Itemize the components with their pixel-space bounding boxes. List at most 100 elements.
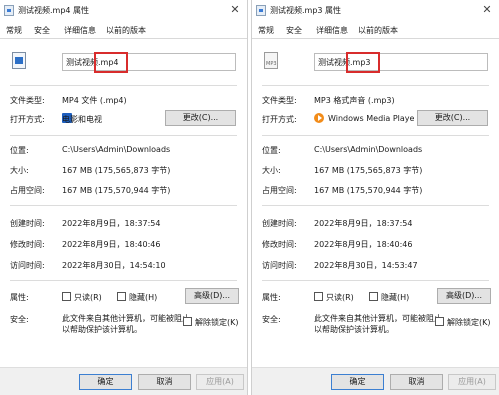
file-type-value: MP3 格式声音 (.mp3)	[314, 96, 395, 105]
readonly-checkbox[interactable]	[314, 292, 323, 301]
disk-size-value: 167 MB (175,570,944 字节)	[314, 186, 423, 195]
tab-bar: 常规 安全 详细信息 以前的版本	[0, 23, 247, 39]
video-file-icon	[12, 52, 26, 69]
tab-general[interactable]: 常规	[6, 25, 22, 36]
security-label: 安全:	[262, 315, 281, 324]
location-label: 位置:	[10, 146, 29, 155]
tab-security[interactable]: 安全	[34, 25, 50, 36]
audio-file-icon: MP3	[264, 52, 278, 69]
apply-button[interactable]: 应用(A)	[448, 374, 496, 390]
cancel-button[interactable]: 取消	[138, 374, 191, 390]
ok-button[interactable]: 确定	[331, 374, 384, 390]
file-properties-icon	[256, 5, 266, 16]
security-label: 安全:	[10, 315, 29, 324]
properties-dialog-mp4: 测试视频.mp4 属性 ✕ 常规 安全 详细信息 以前的版本 测试视频.mp4 …	[0, 0, 248, 395]
unblock-label: 解除锁定(K)	[447, 318, 491, 327]
cancel-button[interactable]: 取消	[390, 374, 443, 390]
modified-label: 修改时间:	[262, 240, 297, 249]
divider	[10, 135, 237, 136]
filename-field[interactable]: 测试视频.mp4	[62, 52, 236, 73]
extension-highlight-box	[346, 52, 380, 73]
open-with-value: 电影和电视	[62, 115, 102, 124]
windows-media-player-icon	[314, 113, 324, 123]
audio-file-icon-text: MP3	[266, 61, 277, 67]
apply-button[interactable]: 应用(A)	[196, 374, 244, 390]
tab-security[interactable]: 安全	[286, 25, 302, 36]
ok-button[interactable]: 确定	[79, 374, 132, 390]
hidden-checkbox[interactable]	[117, 292, 126, 301]
advanced-button[interactable]: 高级(D)...	[185, 288, 239, 304]
properties-dialog-mp3: 测试视频.mp3 属性 ✕ 常规 安全 详细信息 以前的版本 MP3 测试视频.…	[251, 0, 499, 395]
tab-details[interactable]: 详细信息	[316, 25, 348, 36]
divider	[262, 135, 489, 136]
tab-previous-versions[interactable]: 以前的版本	[358, 25, 398, 36]
created-label: 创建时间:	[10, 219, 45, 228]
modified-value: 2022年8月9日，18:40:46	[62, 240, 161, 249]
file-type-label: 文件类型:	[262, 96, 297, 105]
accessed-label: 访问时间:	[10, 261, 45, 270]
divider	[10, 280, 237, 281]
title-bar: 测试视频.mp3 属性 ✕	[252, 0, 499, 22]
size-label: 大小:	[10, 166, 29, 175]
close-button[interactable]: ✕	[228, 2, 242, 18]
dialog-footer: 确定 取消 应用(A)	[252, 367, 499, 395]
size-value: 167 MB (175,565,873 字节)	[62, 166, 171, 175]
disk-size-label: 占用空间:	[10, 186, 45, 195]
open-with-value: Windows Media Playe	[328, 114, 415, 123]
divider	[10, 85, 237, 86]
window-title: 测试视频.mp3 属性	[270, 6, 342, 15]
location-value: C:\Users\Admin\Downloads	[62, 145, 171, 154]
unblock-checkbox[interactable]	[183, 317, 192, 326]
readonly-label: 只读(R)	[326, 293, 354, 302]
attributes-label: 属性:	[262, 293, 281, 302]
dialog-footer: 确定 取消 应用(A)	[0, 367, 247, 395]
modified-label: 修改时间:	[10, 240, 45, 249]
size-value: 167 MB (175,565,873 字节)	[314, 166, 423, 175]
disk-size-value: 167 MB (175,570,944 字节)	[62, 186, 171, 195]
divider	[262, 205, 489, 206]
accessed-value: 2022年8月30日，14:54:10	[62, 261, 166, 270]
created-label: 创建时间:	[262, 219, 297, 228]
attributes-label: 属性:	[10, 293, 29, 302]
hidden-checkbox[interactable]	[369, 292, 378, 301]
advanced-button[interactable]: 高级(D)...	[437, 288, 491, 304]
readonly-label: 只读(R)	[74, 293, 102, 302]
size-label: 大小:	[262, 166, 281, 175]
filename-field[interactable]: 测试视频.mp3	[314, 52, 488, 73]
close-button[interactable]: ✕	[480, 2, 494, 18]
divider	[262, 85, 489, 86]
tab-general[interactable]: 常规	[258, 25, 274, 36]
extension-highlight-box	[94, 52, 128, 73]
tab-details[interactable]: 详细信息	[64, 25, 96, 36]
modified-value: 2022年8月9日，18:40:46	[314, 240, 413, 249]
created-value: 2022年8月9日，18:37:54	[314, 219, 413, 228]
change-button[interactable]: 更改(C)...	[165, 110, 236, 126]
security-message-line1: 此文件来自其他计算机，可能被阻止	[314, 314, 442, 323]
divider	[10, 205, 237, 206]
open-with-label: 打开方式:	[262, 115, 297, 124]
change-button[interactable]: 更改(C)...	[417, 110, 488, 126]
file-type-label: 文件类型:	[10, 96, 45, 105]
location-value: C:\Users\Admin\Downloads	[314, 145, 423, 154]
security-message-line2: 以帮助保护该计算机。	[314, 325, 394, 334]
security-message-line1: 此文件来自其他计算机，可能被阻止	[62, 314, 190, 323]
location-label: 位置:	[262, 146, 281, 155]
file-type-value: MP4 文件 (.mp4)	[62, 96, 127, 105]
hidden-label: 隐藏(H)	[381, 293, 410, 302]
hidden-label: 隐藏(H)	[129, 293, 158, 302]
open-with-label: 打开方式:	[10, 115, 45, 124]
tab-bar: 常规 安全 详细信息 以前的版本	[252, 23, 499, 39]
title-bar: 测试视频.mp4 属性 ✕	[0, 0, 247, 22]
file-properties-icon	[4, 5, 14, 16]
readonly-checkbox[interactable]	[62, 292, 71, 301]
security-message-line2: 以帮助保护该计算机。	[62, 325, 142, 334]
accessed-value: 2022年8月30日，14:53:47	[314, 261, 418, 270]
created-value: 2022年8月9日，18:37:54	[62, 219, 161, 228]
divider	[262, 280, 489, 281]
accessed-label: 访问时间:	[262, 261, 297, 270]
unblock-label: 解除锁定(K)	[195, 318, 239, 327]
window-title: 测试视频.mp4 属性	[18, 6, 90, 15]
disk-size-label: 占用空间:	[262, 186, 297, 195]
tab-previous-versions[interactable]: 以前的版本	[106, 25, 146, 36]
unblock-checkbox[interactable]	[435, 317, 444, 326]
